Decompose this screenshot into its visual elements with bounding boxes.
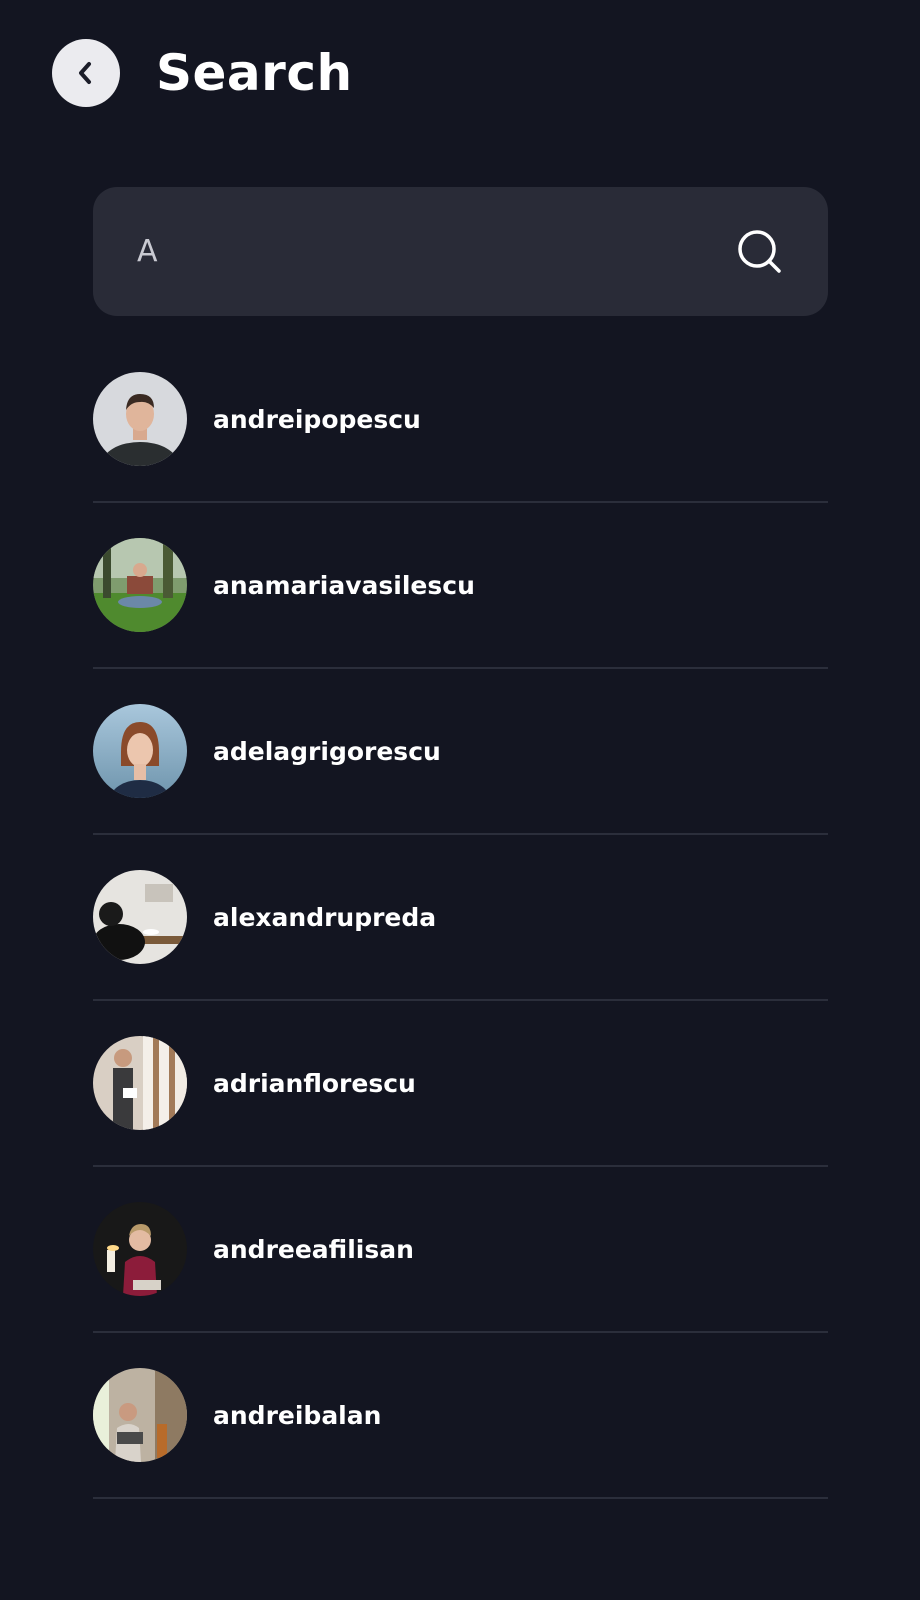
list-item[interactable]: andreibalan bbox=[93, 1333, 828, 1499]
username: alexandrupreda bbox=[213, 902, 437, 932]
username: anamariavasilescu bbox=[213, 570, 475, 600]
avatar bbox=[93, 870, 187, 964]
avatar bbox=[93, 372, 187, 466]
search-input[interactable] bbox=[137, 234, 736, 269]
chevron-left-icon bbox=[79, 62, 91, 84]
avatar bbox=[93, 1202, 187, 1296]
list-item[interactable]: andreeafilisan bbox=[93, 1167, 828, 1333]
back-button[interactable] bbox=[52, 39, 120, 107]
list-item[interactable]: alexandrupreda bbox=[93, 835, 828, 1001]
page-title: Search bbox=[156, 44, 353, 102]
username: andreeafilisan bbox=[213, 1234, 414, 1264]
avatar bbox=[93, 1368, 187, 1462]
list-item[interactable]: adelagrigorescu bbox=[93, 669, 828, 835]
list-item[interactable]: anamariavasilescu bbox=[93, 503, 828, 669]
search-screen: Search andreipopescu bbox=[0, 0, 920, 1600]
header: Search bbox=[52, 39, 353, 107]
avatar bbox=[93, 1036, 187, 1130]
avatar bbox=[93, 704, 187, 798]
username: adrianflorescu bbox=[213, 1068, 416, 1098]
username: andreipopescu bbox=[213, 404, 421, 434]
results-list: andreipopescu anamariavasilescu adelagri… bbox=[93, 337, 828, 1499]
username: adelagrigorescu bbox=[213, 736, 441, 766]
search-bar bbox=[93, 187, 828, 316]
avatar bbox=[93, 538, 187, 632]
search-icon[interactable] bbox=[736, 228, 784, 276]
list-item[interactable]: adrianflorescu bbox=[93, 1001, 828, 1167]
username: andreibalan bbox=[213, 1400, 382, 1430]
list-item[interactable]: andreipopescu bbox=[93, 337, 828, 503]
